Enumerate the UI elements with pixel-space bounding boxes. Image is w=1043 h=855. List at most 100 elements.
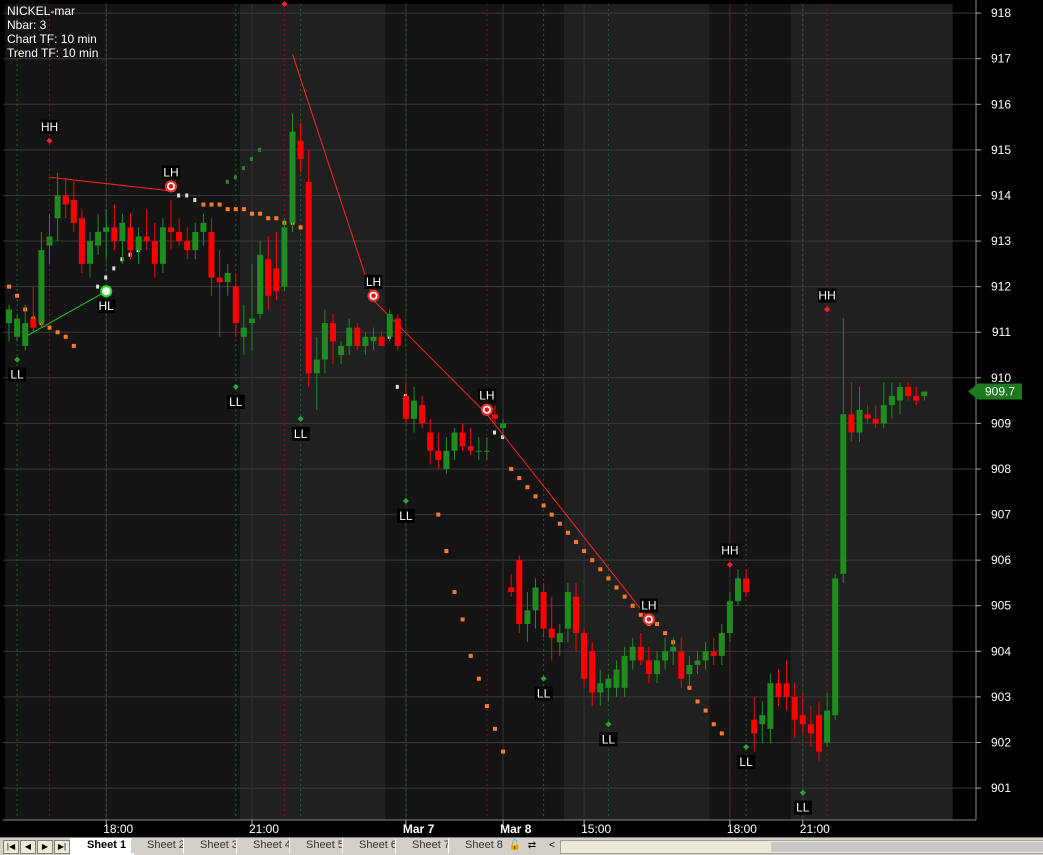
trail-dot-green (258, 147, 262, 152)
price-chart[interactable]: 901 902 903 904 905 906 907 908 909 910 911 912 913 9… (0, 0, 1043, 837)
trail-dot-green (241, 166, 245, 171)
candle-body (573, 596, 579, 634)
candle-body (62, 195, 69, 205)
trail-dot-orange (622, 594, 627, 599)
next-sheet-icon[interactable]: ▶ (37, 840, 53, 854)
candle-body (564, 592, 571, 629)
trail-dot-orange (47, 325, 52, 330)
last-price-label: 909.7 (985, 384, 1015, 398)
candle-body (848, 414, 855, 433)
trail-dot-green (250, 156, 253, 161)
time-tick-label: 21:00 (249, 822, 279, 836)
candle-body (135, 236, 142, 251)
candle-body (443, 450, 450, 469)
candle-body (516, 560, 523, 624)
candle-body (435, 450, 442, 460)
candle-body (111, 227, 118, 242)
candle-body (103, 227, 110, 232)
price-tick-label: 908 (991, 462, 1011, 476)
candle-body (597, 683, 604, 693)
price-tick-label: 918 (991, 6, 1011, 20)
candle-body (832, 578, 839, 716)
candle-body (662, 651, 669, 661)
trail-dot-orange (574, 539, 578, 544)
candle-body (816, 715, 822, 752)
candle-body (30, 318, 37, 328)
swing-label: LL (602, 732, 616, 746)
candle-body (629, 646, 636, 661)
time-tick-label: Mar 8 (500, 822, 532, 836)
candle-body (427, 432, 434, 451)
candle-body (718, 633, 725, 656)
trail-dot-orange (517, 476, 522, 481)
trail-dot-orange (201, 202, 206, 207)
trail-dot-orange (606, 576, 611, 581)
candle-body (159, 227, 166, 264)
sheet-tab[interactable]: Sheet 1 (70, 838, 135, 855)
time-tick-label: 21:00 (800, 822, 830, 836)
price-tick-label: 914 (991, 188, 1011, 202)
candle-body (54, 195, 61, 219)
candle-body (297, 140, 304, 159)
swing-label: LL (399, 509, 413, 523)
candle-body (556, 633, 563, 643)
candle-body (751, 719, 758, 734)
candle-body (168, 227, 174, 232)
candle-body (22, 323, 29, 346)
candle-body (540, 592, 547, 629)
price-tick-label: 913 (991, 234, 1011, 248)
candle-body (654, 660, 660, 675)
sheet-tab[interactable]: Sheet 8 (448, 838, 511, 853)
first-sheet-icon[interactable]: |◀ (3, 840, 19, 854)
trail-dot-orange (549, 512, 554, 517)
swing-label: LL (796, 801, 810, 815)
price-tick-label: 915 (991, 143, 1011, 157)
candle-body (394, 318, 401, 346)
candle-body (694, 660, 701, 666)
horizontal-scrollbar[interactable] (560, 840, 1043, 854)
swing-label: HH (721, 544, 738, 558)
trail-dot-orange (15, 293, 20, 298)
price-tick-label: 916 (991, 97, 1011, 111)
candle-body (338, 345, 345, 356)
prev-sheet-icon[interactable]: ◀ (20, 840, 36, 854)
price-tick-label: 905 (991, 599, 1011, 613)
swing-label: LL (294, 427, 308, 441)
price-tick-label: 917 (991, 52, 1011, 66)
candle-body (95, 231, 102, 246)
candle-body (467, 446, 474, 451)
candle-body (702, 651, 709, 661)
candle-body (14, 318, 21, 337)
trail-dot-orange (468, 653, 473, 658)
trail-dot-orange (452, 590, 457, 595)
trail-dot-orange (525, 485, 530, 490)
trend-tf-label: Trend TF: 10 min (7, 46, 99, 60)
candle-body (921, 391, 928, 397)
candle-body (289, 131, 296, 223)
scrollbar-thumb[interactable] (771, 842, 1043, 852)
candle-body (905, 386, 912, 397)
trail-dot-orange (703, 708, 708, 713)
trail-dot-white (493, 430, 496, 435)
candle-body (265, 259, 272, 296)
candle-body (670, 646, 677, 652)
nbar-label: Nbar: 3 (7, 18, 47, 32)
trail-dot-orange (274, 216, 279, 221)
candle-body (451, 432, 458, 451)
candle-body (548, 628, 555, 638)
swing-label: LH (366, 275, 381, 289)
candle-body (856, 409, 863, 433)
candle-body (459, 432, 466, 447)
trail-dot-orange (444, 549, 449, 554)
candle-body (872, 418, 879, 424)
candle-body (208, 231, 215, 278)
sync-icon[interactable]: ⇄ (525, 839, 539, 852)
price-tick-label: 909 (991, 416, 1011, 430)
candle-body (87, 241, 93, 264)
swing-circle-core (484, 407, 490, 413)
scroll-left-icon[interactable]: < (545, 839, 559, 852)
lock-icon[interactable]: 🔓 (508, 839, 522, 852)
trail-dot-orange (476, 676, 481, 681)
last-sheet-icon[interactable]: ▶| (54, 840, 70, 854)
candle-body (686, 665, 693, 675)
